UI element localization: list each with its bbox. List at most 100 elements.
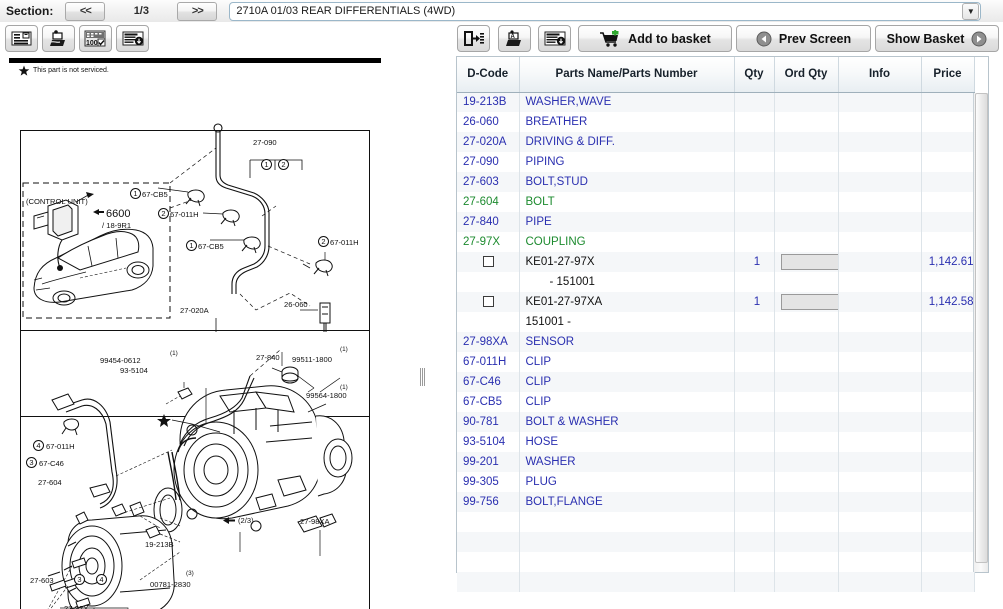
table-row[interactable]: 19-213B WASHER,WAVE [457, 92, 975, 112]
cell-dcode[interactable]: 27-090 [457, 152, 520, 172]
cell-dcode[interactable]: 27-98XA [457, 332, 520, 352]
cell-dcode[interactable]: 19-213B [457, 92, 520, 112]
cell-qty [734, 532, 775, 552]
cell-dcode[interactable]: 90-781 [457, 412, 520, 432]
cell-parts-name[interactable]: BREATHER [519, 112, 735, 132]
add-to-basket-button[interactable]: Add to basket [578, 25, 732, 52]
cell-select[interactable] [457, 292, 520, 312]
cell-parts-name[interactable]: WASHER,WAVE [519, 92, 735, 112]
cell-part-number[interactable]: KE01-27-97XA [519, 292, 735, 312]
table-row[interactable]: 27-840 PIPE [457, 212, 975, 232]
cell-dcode[interactable]: 93-5104 [457, 432, 520, 452]
col-header-info[interactable]: Info [838, 57, 922, 93]
row-checkbox[interactable] [483, 256, 494, 268]
table-row[interactable]: - 151001 [457, 272, 975, 292]
col-header-dcode[interactable]: D-Code [457, 57, 520, 93]
table-row[interactable]: 27-603 BOLT,STUD [457, 172, 975, 192]
cell-ord-qty[interactable] [774, 252, 841, 272]
cell-parts-name[interactable]: PLUG [519, 472, 735, 492]
cell-parts-name[interactable]: CLIP [519, 392, 735, 412]
cell-parts-name[interactable]: DRIVING & DIFF. [519, 132, 735, 152]
table-row[interactable]: 99-201 WASHER [457, 452, 975, 472]
open-panel-button[interactable] [457, 25, 490, 52]
cell-dcode[interactable]: 27-020A [457, 132, 520, 152]
cell-parts-name[interactable]: PIPE [519, 212, 735, 232]
list-view-button[interactable] [5, 25, 38, 52]
table-row[interactable]: 67-011H CLIP [457, 352, 975, 372]
pane-splitter[interactable] [418, 58, 428, 609]
prev-section-button[interactable]: << [65, 1, 106, 21]
table-row[interactable] [457, 552, 975, 572]
table-row[interactable]: 27-090 PIPING [457, 152, 975, 172]
cell-dcode[interactable]: 27-840 [457, 212, 520, 232]
show-basket-button[interactable]: Show Basket [875, 25, 999, 52]
chevron-down-icon[interactable]: ▼ [962, 2, 980, 20]
cell-parts-name[interactable]: BOLT,STUD [519, 172, 735, 192]
cell-part-number[interactable]: KE01-27-97X [519, 252, 735, 272]
download-list-button[interactable] [538, 25, 571, 52]
ord-qty-input[interactable] [780, 254, 841, 270]
cell-parts-name[interactable]: COUPLING [519, 232, 735, 252]
table-row[interactable] [457, 532, 975, 552]
cell-parts-name[interactable]: WASHER [519, 452, 735, 472]
table-row[interactable]: 151001 - [457, 312, 975, 332]
cell-dcode[interactable]: 26-060 [457, 112, 520, 132]
table-row[interactable]: 27-020A DRIVING & DIFF. [457, 132, 975, 152]
col-header-price[interactable]: Price [921, 57, 975, 93]
table-row[interactable]: 99-305 PLUG [457, 472, 975, 492]
table-row[interactable]: 27-98XA SENSOR [457, 332, 975, 352]
table-row[interactable]: 67-C46 CLIP [457, 372, 975, 392]
cell-select[interactable] [457, 252, 520, 272]
col-header-ord-qty[interactable]: Ord Qty [774, 57, 839, 93]
cell-parts-name[interactable]: BOLT [519, 192, 735, 212]
table-row[interactable]: 90-781 BOLT & WASHER [457, 412, 975, 432]
section-label: Section: [6, 4, 54, 18]
diagram-pane[interactable]: This part is not serviced. (CONTROL UNIT… [0, 58, 418, 609]
cell-dcode[interactable]: 27-603 [457, 172, 520, 192]
cell-parts-name[interactable]: CLIP [519, 372, 735, 392]
zoom-100-button[interactable]: 100 [79, 25, 112, 52]
save-list-button[interactable] [116, 25, 149, 52]
cell-parts-name[interactable]: PIPING [519, 152, 735, 172]
row-checkbox[interactable] [483, 296, 494, 308]
next-section-button[interactable]: >> [177, 1, 218, 21]
table-row[interactable]: KE01-27-97X 1 1,142.61 [457, 252, 975, 272]
cell-parts-name[interactable]: HOSE [519, 432, 735, 452]
table-row[interactable] [457, 512, 975, 532]
cell-dcode[interactable]: 67-C46 [457, 372, 520, 392]
print-button[interactable] [42, 25, 75, 52]
cell-ord-qty[interactable] [774, 292, 841, 312]
parts-table-scroll-thumb[interactable] [975, 93, 988, 563]
table-row[interactable]: 99-756 BOLT,FLANGE [457, 492, 975, 512]
section-select[interactable]: 2710A 01/03 REAR DIFFERENTIALS (4WD) ▼ [229, 1, 982, 21]
cell-dcode[interactable]: 99-305 [457, 472, 520, 492]
splitter-grip-icon[interactable] [420, 368, 426, 386]
print-parts-button[interactable]: A [498, 25, 531, 52]
table-row[interactable]: 67-CB5 CLIP [457, 392, 975, 412]
col-header-parts-name[interactable]: Parts Name/Parts Number [519, 57, 735, 93]
ord-qty-input[interactable] [780, 294, 841, 310]
col-header-qty[interactable]: Qty [734, 57, 775, 93]
cell-dcode[interactable]: 27-97X [457, 232, 520, 252]
prev-screen-button[interactable]: Prev Screen [736, 25, 871, 52]
cell-dcode[interactable]: 99-201 [457, 452, 520, 472]
cell-dcode[interactable]: 67-011H [457, 352, 520, 372]
table-row[interactable]: 27-604 BOLT [457, 192, 975, 212]
table-row[interactable]: 26-060 BREATHER [457, 112, 975, 132]
table-row[interactable]: KE01-27-97XA 1 1,142.58 [457, 292, 975, 312]
cell-dcode[interactable]: 67-CB5 [457, 392, 520, 412]
cell-parts-name[interactable]: CLIP [519, 352, 735, 372]
star-icon [18, 65, 30, 76]
table-row[interactable]: 93-5104 HOSE [457, 432, 975, 452]
cell-parts-name[interactable]: SENSOR [519, 332, 735, 352]
parts-table-scrollbar[interactable] [973, 93, 988, 572]
cell-dcode[interactable]: 27-604 [457, 192, 520, 212]
cell-parts-name[interactable]: BOLT & WASHER [519, 412, 735, 432]
table-row[interactable] [457, 572, 975, 592]
cell-ord-qty [774, 172, 839, 192]
cell-info [838, 532, 922, 552]
callout-3: 3 [26, 457, 37, 468]
cell-dcode[interactable]: 99-756 [457, 492, 520, 512]
table-row[interactable]: 27-97X COUPLING [457, 232, 975, 252]
cell-parts-name[interactable]: BOLT,FLANGE [519, 492, 735, 512]
